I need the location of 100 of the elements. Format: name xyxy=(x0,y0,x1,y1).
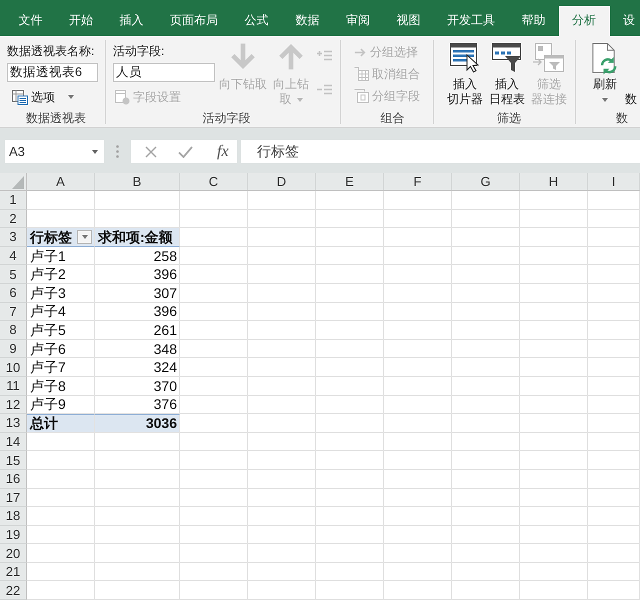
empty-cell xyxy=(180,210,248,228)
row-header[interactable]: 3 xyxy=(0,228,27,247)
row-header[interactable]: 14 xyxy=(0,432,27,452)
ribbon-tab[interactable]: 文件 xyxy=(5,6,56,36)
column-header[interactable]: E xyxy=(316,173,384,190)
empty-cell xyxy=(384,302,452,322)
row-header[interactable]: 5 xyxy=(0,265,27,284)
insert-function-button[interactable]: fx xyxy=(217,142,229,160)
table-cell: 卢子5 xyxy=(27,321,95,340)
empty-cell xyxy=(520,451,588,470)
empty-cell xyxy=(248,284,316,303)
empty-cell xyxy=(180,562,248,582)
empty-cell xyxy=(452,340,520,358)
formula-input-field[interactable]: 行标签 xyxy=(241,140,640,163)
ribbon-tab[interactable]: 开发工具 xyxy=(434,6,508,36)
empty-cell xyxy=(452,470,520,488)
empty-cell xyxy=(248,228,316,247)
row-header[interactable]: 17 xyxy=(0,488,27,508)
empty-cell xyxy=(316,581,384,600)
row-header[interactable]: 9 xyxy=(0,340,27,358)
ribbon-tab[interactable]: 审阅 xyxy=(332,6,384,36)
name-box[interactable]: A3 xyxy=(5,140,104,163)
ribbon-tab[interactable]: 帮助 xyxy=(508,6,559,36)
column-header[interactable]: A xyxy=(27,173,95,190)
filter-dropdown-button[interactable] xyxy=(77,230,92,244)
row-header[interactable]: 6 xyxy=(0,284,27,303)
empty-cell xyxy=(384,488,452,508)
empty-cell xyxy=(180,432,248,452)
column-header[interactable]: F xyxy=(384,173,452,190)
options-button[interactable]: 选项 xyxy=(10,88,76,106)
ribbon-tab[interactable]: 数据 xyxy=(282,6,333,36)
row-header[interactable]: 18 xyxy=(0,507,27,526)
empty-cell xyxy=(316,210,384,228)
row-header[interactable]: 13 xyxy=(0,414,27,433)
row-header[interactable]: 7 xyxy=(0,302,27,322)
empty-cell xyxy=(316,246,384,266)
table-cell: 卢子3 xyxy=(27,284,95,303)
column-header[interactable]: I xyxy=(588,173,640,190)
empty-cell xyxy=(520,414,588,433)
empty-cell xyxy=(384,265,452,284)
empty-cell xyxy=(520,265,588,284)
column-header[interactable]: D xyxy=(248,173,316,190)
row-header[interactable]: 21 xyxy=(0,562,27,582)
check-icon[interactable] xyxy=(178,146,193,158)
insert-slicer-button[interactable]: 插入 切片器 xyxy=(445,43,485,107)
empty-cell xyxy=(520,488,588,508)
column-header[interactable]: C xyxy=(180,173,248,190)
row-header[interactable]: 11 xyxy=(0,376,27,396)
empty-cell xyxy=(452,507,520,526)
list-cursor-icon xyxy=(450,43,480,73)
empty-cell xyxy=(316,526,384,544)
row-header[interactable]: 10 xyxy=(0,358,27,377)
empty-cell xyxy=(248,321,316,340)
row-header[interactable]: 12 xyxy=(0,396,27,414)
arrow-up-icon xyxy=(279,43,303,70)
column-header[interactable]: H xyxy=(520,173,588,190)
row-header[interactable]: 16 xyxy=(0,470,27,488)
partial-ribbon-button[interactable]: 数 xyxy=(625,92,637,107)
ribbon-tab[interactable]: 设 xyxy=(610,6,638,36)
ribbon-tab[interactable]: 插入 xyxy=(106,6,157,36)
row-header[interactable]: 20 xyxy=(0,544,27,563)
ribbon-tab[interactable]: 页面布局 xyxy=(156,6,232,36)
empty-cell xyxy=(248,526,316,544)
empty-cell xyxy=(452,451,520,470)
row-header[interactable]: 1 xyxy=(0,191,27,210)
column-header[interactable]: G xyxy=(452,173,520,190)
ribbon-tab[interactable]: 公式 xyxy=(231,6,282,36)
empty-cell xyxy=(520,432,588,452)
table-list-icon xyxy=(12,90,28,104)
column-header[interactable]: B xyxy=(95,173,180,190)
empty-cell xyxy=(520,526,588,544)
empty-cell xyxy=(520,396,588,414)
insert-timeline-button[interactable]: 插入 日程表 xyxy=(487,43,527,107)
row-header[interactable]: 15 xyxy=(0,451,27,470)
row-header[interactable]: 22 xyxy=(0,581,27,600)
row-header[interactable]: 19 xyxy=(0,526,27,544)
active-field-input[interactable]: 人员 xyxy=(113,63,215,82)
row-header[interactable]: 8 xyxy=(0,321,27,340)
empty-cell xyxy=(248,210,316,228)
ribbon-tab[interactable]: 开始 xyxy=(56,6,106,36)
empty-cell xyxy=(180,340,248,358)
pivot-name-field[interactable]: 数据透视表6 xyxy=(7,63,98,82)
cross-icon[interactable] xyxy=(145,146,157,158)
empty-cell xyxy=(248,451,316,470)
ribbon-tab[interactable]: 视图 xyxy=(383,6,434,36)
empty-cell xyxy=(588,432,640,452)
empty-cell xyxy=(248,470,316,488)
refresh-button[interactable]: 刷新 xyxy=(592,43,618,107)
panel-funnel-icon xyxy=(533,43,565,73)
grid-icon xyxy=(354,67,369,81)
empty-cell xyxy=(248,562,316,582)
grip-dots-icon[interactable] xyxy=(116,145,119,158)
empty-cell xyxy=(520,562,588,582)
row-header[interactable]: 2 xyxy=(0,210,27,228)
empty-cell xyxy=(588,507,640,526)
empty-cell xyxy=(316,265,384,284)
ribbon-tab[interactable]: 分析 xyxy=(558,6,610,36)
empty-cell xyxy=(588,228,640,247)
row-header[interactable]: 4 xyxy=(0,246,27,266)
empty-cell xyxy=(588,581,640,600)
